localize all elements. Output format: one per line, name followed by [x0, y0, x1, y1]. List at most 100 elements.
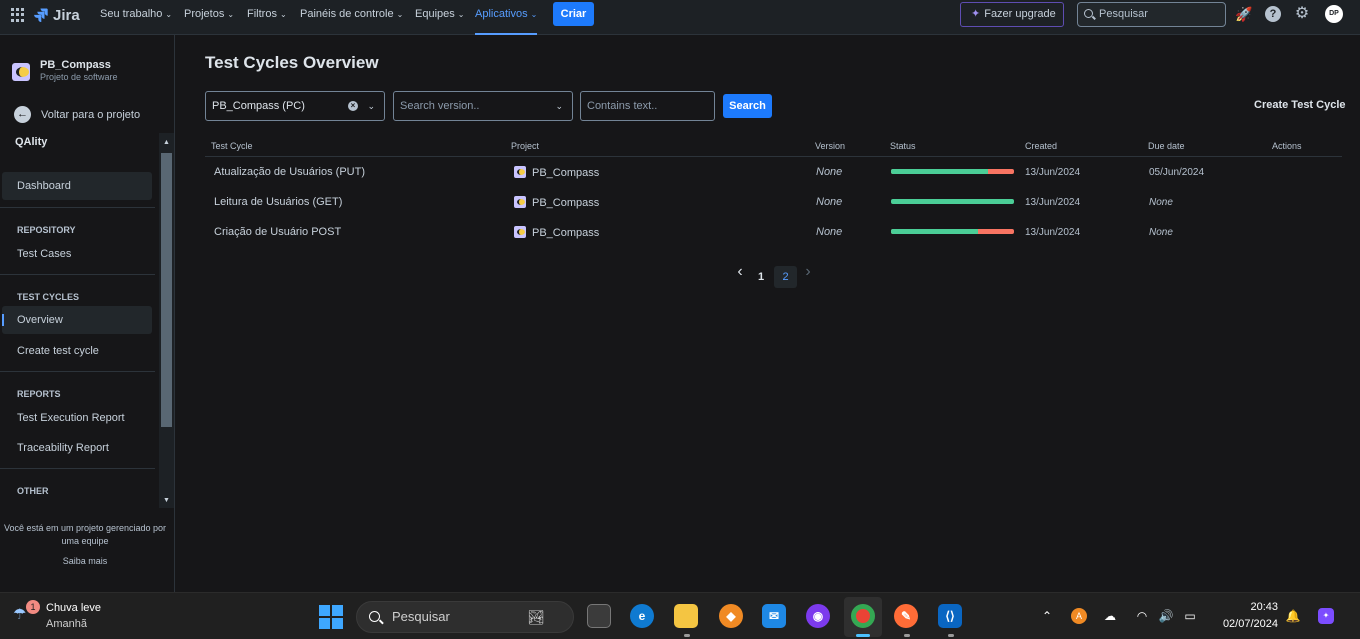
- text-filter-placeholder: Contains text..: [587, 100, 658, 112]
- bell-icon[interactable]: 🔔: [1285, 608, 1301, 624]
- sidebar-item-test-execution-report[interactable]: Test Execution Report: [2, 404, 152, 432]
- section-other: OTHER: [17, 486, 49, 496]
- edge-browser-icon[interactable]: e: [630, 604, 654, 628]
- scroll-down-icon[interactable]: ▼: [161, 496, 172, 506]
- sidebar-item-test-cases[interactable]: Test Cases: [2, 240, 152, 268]
- nav-projetos[interactable]: Projetos ⌄: [184, 0, 234, 35]
- project-name: PB_Compass: [532, 167, 600, 179]
- scroll-up-icon[interactable]: ▲: [161, 138, 172, 148]
- search-icon: [1084, 9, 1093, 18]
- chrome-browser-icon[interactable]: [851, 604, 875, 628]
- weather-badge: 1: [26, 600, 40, 614]
- running-indicator: [904, 634, 910, 637]
- search-icon: [369, 611, 380, 622]
- gear-icon[interactable]: ⚙: [1294, 6, 1310, 22]
- column-header-status[interactable]: Status: [890, 141, 916, 151]
- version-placeholder: Search version..: [400, 100, 480, 112]
- windows-start-icon[interactable]: [319, 605, 343, 629]
- cycle-name-link[interactable]: Leitura de Usuários (GET): [214, 196, 342, 208]
- cycle-name-link[interactable]: Atualização de Usuários (PUT): [214, 166, 365, 178]
- notifications-rocket-icon[interactable]: 🚀: [1235, 6, 1252, 22]
- running-indicator: [948, 634, 954, 637]
- scrollbar-thumb[interactable]: [161, 153, 172, 427]
- clock-date[interactable]: 02/07/2024: [1210, 618, 1278, 630]
- file-explorer-icon[interactable]: [674, 604, 698, 628]
- top-navigation: Jira Seu trabalho ⌄ Projetos ⌄ Filtros ⌄ Pa…: [0, 0, 1360, 35]
- text-filter-input[interactable]: Contains text..: [580, 91, 715, 121]
- version-cell: None: [816, 196, 843, 208]
- column-header-project[interactable]: Project: [511, 141, 539, 151]
- arrow-left-icon: ←: [14, 106, 31, 123]
- weather-title[interactable]: Chuva leve: [46, 602, 101, 614]
- due-date-cell: None: [1149, 227, 1173, 238]
- copilot-icon[interactable]: ✦: [1318, 608, 1334, 624]
- project-filter-select[interactable]: PB_Compass (PC) × ⌄: [205, 91, 385, 121]
- upgrade-label: Fazer upgrade: [984, 8, 1056, 20]
- search-button[interactable]: Search: [723, 94, 772, 118]
- chevron-up-icon[interactable]: ⌃: [1039, 608, 1055, 624]
- project-icon: [514, 196, 526, 208]
- back-label: Voltar para o projeto: [41, 108, 141, 121]
- pagination-next-button[interactable]: ›: [802, 263, 814, 281]
- sidebar-item-dashboard[interactable]: Dashboard: [2, 172, 152, 200]
- wifi-icon[interactable]: ◠: [1134, 608, 1150, 624]
- nav-seu-trabalho[interactable]: Seu trabalho ⌄: [100, 0, 172, 35]
- clock-time[interactable]: 20:43: [1240, 601, 1278, 613]
- status-pass-fill: [891, 199, 1014, 204]
- nav-equipes[interactable]: Equipes ⌄: [415, 0, 464, 35]
- divider: [0, 274, 155, 275]
- nav-paineis[interactable]: Painéis de controle ⌄: [300, 0, 403, 35]
- vscode-icon[interactable]: ⟨⟩: [938, 604, 962, 628]
- app-switcher-icon[interactable]: [11, 8, 25, 22]
- column-header-test-cycle[interactable]: Test Cycle: [211, 141, 253, 151]
- app-name: Jira: [53, 6, 80, 24]
- create-test-cycle-button[interactable]: Create Test Cycle: [1254, 99, 1346, 111]
- weather-subtitle[interactable]: Amanhã: [46, 618, 87, 630]
- upgrade-button[interactable]: ✦ Fazer upgrade: [960, 2, 1064, 27]
- search-highlight-icon: 🏞: [527, 609, 545, 625]
- section-repository: REPOSITORY: [17, 225, 76, 235]
- brave-browser-icon[interactable]: ◆: [719, 604, 743, 628]
- managed-project-note: Você está em um projeto gerenciado por u…: [3, 523, 167, 546]
- nav-filtros[interactable]: Filtros ⌄: [247, 0, 287, 35]
- project-cell: PB_Compass: [514, 166, 599, 179]
- avast-icon[interactable]: A: [1071, 608, 1087, 624]
- chevron-down-icon: ⌄: [279, 10, 287, 19]
- sidebar: PB_Compass Projeto de software ← Voltar …: [0, 35, 175, 592]
- avatar[interactable]: DP: [1325, 5, 1343, 23]
- project-icon: [514, 226, 526, 238]
- jira-mark-icon: [34, 8, 48, 22]
- cycle-name-link[interactable]: Criação de Usuário POST: [214, 226, 341, 238]
- pagination-prev-button[interactable]: ‹: [734, 263, 746, 281]
- column-header-due-date[interactable]: Due date: [1148, 141, 1185, 151]
- jira-logo[interactable]: Jira: [34, 6, 80, 24]
- create-button[interactable]: Criar: [553, 2, 594, 26]
- battery-icon[interactable]: ▭: [1182, 608, 1198, 624]
- github-desktop-icon[interactable]: ◉: [806, 604, 830, 628]
- clear-icon[interactable]: ×: [348, 101, 358, 111]
- postman-icon[interactable]: ✎: [894, 604, 918, 628]
- column-header-created[interactable]: Created: [1025, 141, 1057, 151]
- cloud-icon[interactable]: ☁: [1102, 608, 1118, 624]
- chevron-down-icon: ⌄: [396, 10, 404, 19]
- chevron-down-icon: ⌄: [555, 101, 563, 111]
- volume-icon[interactable]: 🔊: [1158, 608, 1174, 624]
- help-icon[interactable]: ?: [1265, 6, 1281, 22]
- back-to-project-link[interactable]: ← Voltar para o projeto: [14, 106, 140, 123]
- pagination-page-2[interactable]: 2: [774, 266, 797, 288]
- version-select[interactable]: Search version.. ⌄: [393, 91, 573, 121]
- mail-icon[interactable]: ✉: [762, 604, 786, 628]
- pagination-page-1[interactable]: 1: [753, 266, 769, 288]
- task-view-icon[interactable]: [587, 604, 611, 628]
- search-input[interactable]: Pesquisar: [1077, 2, 1226, 27]
- column-header-version[interactable]: Version: [815, 141, 845, 151]
- status-progress-bar: [891, 199, 1014, 204]
- sidebar-item-traceability-report[interactable]: Traceability Report: [2, 434, 152, 462]
- project-name: PB_Compass: [532, 227, 600, 239]
- sidebar-item-overview[interactable]: Overview: [2, 306, 152, 334]
- nav-aplicativos[interactable]: Aplicativos ⌄: [475, 0, 538, 35]
- learn-more-link[interactable]: Saiba mais: [0, 556, 170, 566]
- taskbar-search[interactable]: Pesquisar 🏞: [356, 601, 574, 633]
- sidebar-item-create-test-cycle[interactable]: Create test cycle: [2, 337, 152, 365]
- search-placeholder: Pesquisar: [1099, 8, 1148, 20]
